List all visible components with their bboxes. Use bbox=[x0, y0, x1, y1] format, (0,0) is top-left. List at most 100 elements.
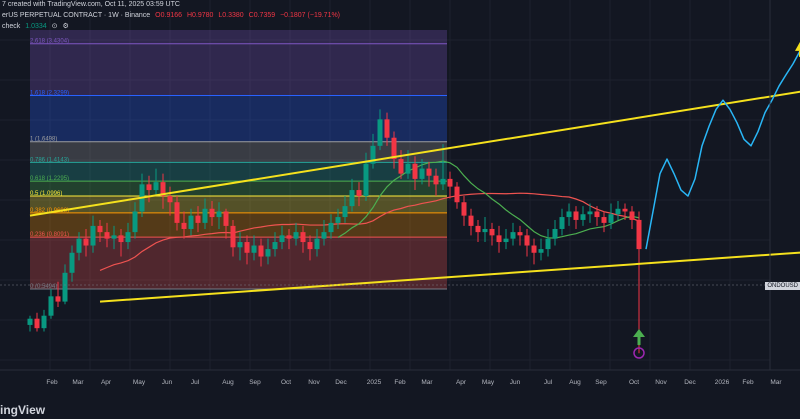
green-arrow-icon bbox=[633, 329, 645, 337]
candle-body bbox=[419, 168, 425, 179]
x-tick-label: Feb bbox=[46, 379, 58, 386]
x-tick-label: May bbox=[133, 379, 146, 386]
candle-body bbox=[167, 196, 173, 203]
candle-body bbox=[377, 119, 383, 146]
candle-body bbox=[307, 242, 313, 250]
x-tick-label: Dec bbox=[335, 379, 347, 386]
x-tick-label: Oct bbox=[629, 379, 639, 386]
indicator-row: check 1.0334 ⊙ ⚙ bbox=[2, 22, 72, 30]
indicator-name[interactable]: check bbox=[2, 23, 20, 30]
fib-label: 0.5 (1.0996) bbox=[30, 191, 62, 197]
x-tick-label: 2026 bbox=[715, 379, 730, 386]
ohlc-change: −0.1807 (−19.71%) bbox=[280, 12, 341, 19]
x-tick-label: Mar bbox=[770, 379, 782, 386]
candle-body bbox=[83, 238, 89, 246]
price-chart[interactable]: 2.618 (3.4304)1.618 (2.3299)1 (1.6498)0.… bbox=[0, 0, 800, 419]
x-tick-label: Sep bbox=[249, 379, 261, 386]
candle-body bbox=[454, 186, 460, 203]
settings-icon[interactable]: ⚙ bbox=[62, 23, 68, 30]
candle-body bbox=[188, 215, 194, 229]
candle-body bbox=[146, 184, 152, 191]
candle-body bbox=[258, 245, 264, 257]
candle-body bbox=[90, 225, 96, 246]
x-tick-label: Mar bbox=[421, 379, 433, 386]
x-tick-label: May bbox=[482, 379, 495, 386]
candle-body bbox=[76, 238, 82, 253]
candle-body bbox=[496, 235, 502, 243]
candle-body bbox=[566, 211, 572, 218]
candle-body bbox=[552, 228, 558, 239]
symbol-price-tag: ONDOUSD bbox=[765, 282, 800, 290]
candle-body bbox=[118, 235, 124, 243]
candle-body bbox=[538, 249, 544, 253]
candle-body bbox=[244, 242, 250, 253]
candle-body bbox=[328, 222, 334, 233]
x-tick-label: Apr bbox=[101, 379, 112, 386]
candle-body bbox=[426, 168, 432, 176]
candle-body bbox=[314, 238, 320, 250]
candle-body bbox=[531, 245, 537, 253]
x-tick-label: Feb bbox=[742, 379, 754, 386]
candle-body bbox=[125, 232, 131, 243]
candle-body bbox=[580, 214, 586, 220]
candle-body bbox=[174, 202, 180, 223]
x-tick-label: Feb bbox=[394, 379, 406, 386]
x-tick-label: Jun bbox=[162, 379, 173, 386]
candle-body bbox=[111, 235, 117, 239]
candle-body bbox=[41, 315, 47, 329]
candle-body bbox=[398, 159, 404, 174]
candle-body bbox=[62, 272, 68, 302]
ohlc-open: O0.9166 bbox=[155, 12, 183, 19]
candle-body bbox=[216, 211, 222, 218]
ohlc-close: C0.7359 bbox=[248, 12, 276, 19]
candle-body bbox=[629, 211, 635, 220]
candle-body bbox=[48, 296, 54, 316]
candle-body bbox=[230, 225, 236, 248]
candle-body bbox=[384, 119, 390, 138]
chart-symbol-row: erUS PERPETUAL CONTRACT · 1W · Binance O… bbox=[2, 12, 343, 19]
x-tick-label: 2025 bbox=[367, 379, 382, 386]
x-tick-label: Apr bbox=[456, 379, 467, 386]
chart-header-title: 7 created with TradingView.com, Oct 11, … bbox=[2, 1, 180, 8]
candle-body bbox=[342, 206, 348, 218]
x-tick-label: Dec bbox=[684, 379, 696, 386]
fib-zone bbox=[30, 30, 447, 44]
candle-body bbox=[195, 215, 201, 223]
candle-body bbox=[440, 178, 446, 185]
candle-body bbox=[545, 238, 551, 250]
candle-body bbox=[433, 175, 439, 185]
fib-zone bbox=[30, 162, 447, 182]
candle-body bbox=[132, 211, 138, 233]
candle-body bbox=[293, 232, 299, 239]
candle-body bbox=[265, 249, 271, 257]
symbol-label[interactable]: erUS PERPETUAL CONTRACT · 1W · Binance bbox=[2, 12, 150, 19]
candle-body bbox=[447, 178, 453, 187]
x-tick-label: Nov bbox=[655, 379, 667, 386]
candle-body bbox=[587, 211, 593, 215]
fib-label: 1.618 (2.3299) bbox=[30, 91, 69, 97]
candle-body bbox=[321, 232, 327, 239]
candle-body bbox=[412, 163, 418, 179]
candle-body bbox=[34, 318, 40, 329]
x-tick-label: Jun bbox=[510, 379, 521, 386]
candle-body bbox=[405, 163, 411, 174]
x-tick-label: Jul bbox=[544, 379, 553, 386]
eye-icon[interactable]: ⊙ bbox=[52, 23, 58, 30]
tradingview-logo: ingView bbox=[0, 403, 46, 417]
candle-body bbox=[202, 208, 208, 223]
candle-body bbox=[601, 217, 607, 223]
candle-body bbox=[251, 245, 257, 253]
x-tick-label: Aug bbox=[222, 379, 234, 386]
x-tick-label: Aug bbox=[569, 379, 581, 386]
candle-body bbox=[482, 228, 488, 233]
candle-body bbox=[279, 235, 285, 243]
candle-body bbox=[55, 296, 61, 302]
candle-body bbox=[363, 163, 369, 197]
candle-body bbox=[69, 252, 75, 273]
candle-body bbox=[181, 222, 187, 229]
x-tick-label: Mar bbox=[72, 379, 84, 386]
fib-zone bbox=[30, 181, 447, 197]
candle-body bbox=[468, 215, 474, 226]
candle-body bbox=[510, 232, 516, 239]
candle-body bbox=[209, 208, 215, 218]
